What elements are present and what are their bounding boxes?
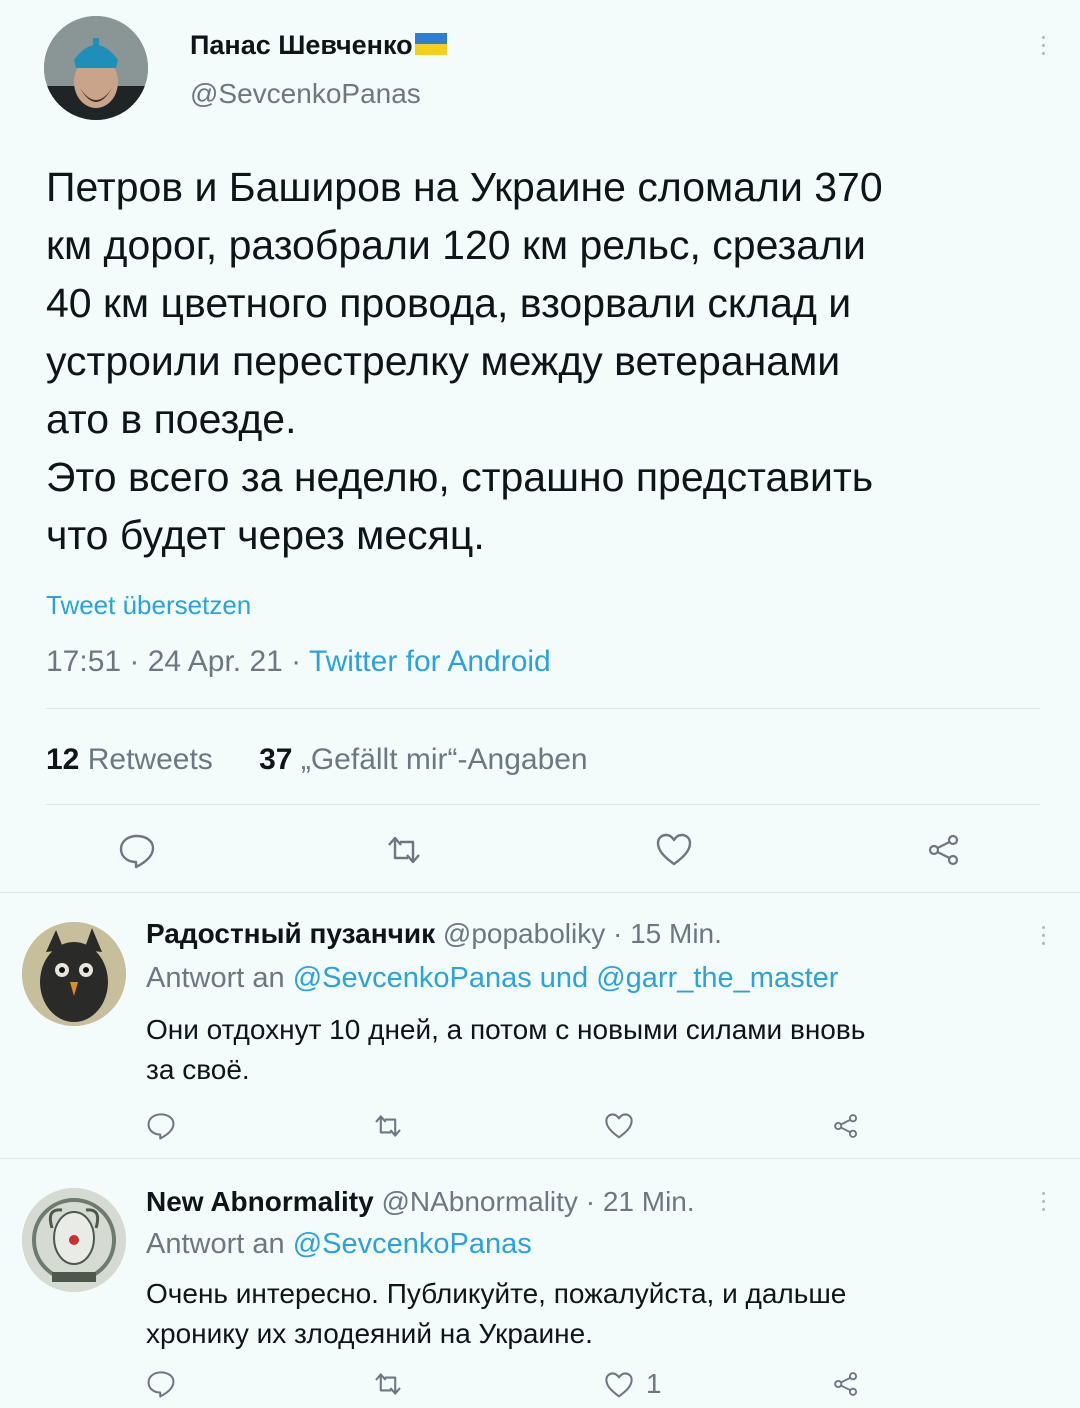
- tweet-text: Петров и Баширов на Украине сломали 370 …: [46, 158, 1046, 564]
- reply-icon: [147, 1371, 175, 1398]
- tweet-text-line: км дорог, разобрали 120 км рельс, срезал…: [46, 222, 866, 268]
- reply-author-name[interactable]: Радостный пузанчик: [146, 918, 435, 949]
- likes-stat[interactable]: 37 „Gefällt mir“-Angaben: [259, 743, 588, 776]
- reply-to-prefix: Antwort an: [146, 1228, 293, 1260]
- share-button[interactable]: [832, 1113, 860, 1139]
- share-icon: [834, 1372, 858, 1396]
- tweet-stats: 12 Retweets 37 „Gefällt mir“-Angaben: [46, 743, 588, 777]
- tweet-time: 17:51 · 24 Apr. 21 ·: [46, 645, 309, 678]
- reply-text-line: Очень интересно. Публикуйте, пожалуйста,…: [146, 1278, 847, 1309]
- heart-icon: [605, 1371, 633, 1397]
- tweet-timestamp: 17:51 · 24 Apr. 21 · Twitter for Android: [46, 645, 551, 679]
- likes-label: „Gefällt mir“-Angaben: [300, 743, 588, 776]
- reply-icon: [147, 1113, 175, 1140]
- divider: [0, 1158, 1080, 1159]
- reply-to-line: Antwort an @SevcenkoPanas und @garr_the_…: [146, 962, 838, 995]
- like-button[interactable]: [604, 1112, 642, 1139]
- likes-count: 37: [259, 743, 293, 776]
- retweet-icon: [375, 1115, 401, 1137]
- reply-to-prefix: Antwort an: [146, 962, 293, 994]
- ukraine-flag-icon: [414, 32, 447, 55]
- reply-meta: @NAbnormality · 21 Min.: [381, 1186, 695, 1217]
- reply-text-line: за своё.: [146, 1054, 250, 1085]
- retweets-label: Retweets: [87, 743, 213, 776]
- divider: [46, 804, 1040, 805]
- reply-text-line: Они отдохнут 10 дней, а потом с новыми с…: [146, 1014, 866, 1045]
- tweet-text-line: устроили перестрелку между ветеранами: [46, 338, 841, 384]
- reply-button[interactable]: [118, 833, 156, 869]
- author-name-text: Панас Шевченко: [190, 30, 413, 60]
- reply-to-handles[interactable]: @SevcenkoPanas: [293, 1228, 532, 1260]
- share-button[interactable]: [832, 1371, 860, 1397]
- more-options-icon[interactable]: [1042, 36, 1045, 55]
- reply-to-line: Antwort an @SevcenkoPanas: [146, 1228, 532, 1261]
- divider: [46, 708, 1040, 709]
- tweet-text-line: 40 км цветного провода, взорвали склад и: [46, 280, 852, 326]
- like-button[interactable]: 1: [604, 1368, 662, 1400]
- retweet-icon: [375, 1373, 401, 1395]
- reply-text: Они отдохнут 10 дней, а потом с новыми с…: [146, 1010, 1046, 1090]
- more-options-icon[interactable]: [1042, 926, 1045, 945]
- reply-text: Очень интересно. Публикуйте, пожалуйста,…: [146, 1274, 1046, 1354]
- reply-avatar[interactable]: [22, 1188, 126, 1292]
- share-icon: [834, 1114, 858, 1138]
- reply-to-handles[interactable]: @SevcenkoPanas und @garr_the_master: [293, 962, 839, 994]
- reply-header: New Abnormality @NAbnormality · 21 Min.: [146, 1186, 695, 1218]
- reply-meta: @popaboliky · 15 Min.: [442, 918, 722, 949]
- tweet-text-line: Это всего за неделю, страшно представить: [46, 454, 874, 500]
- reply-author-name[interactable]: New Abnormality: [146, 1186, 374, 1217]
- author-name[interactable]: Панас Шевченко: [190, 30, 447, 61]
- retweet-icon: [388, 836, 420, 864]
- tweet-text-line: что будет через месяц.: [46, 512, 485, 558]
- reply-avatar[interactable]: [22, 922, 126, 1026]
- heart-icon: [656, 833, 692, 866]
- retweet-button[interactable]: [372, 1371, 404, 1397]
- reply-icon: [119, 834, 155, 869]
- more-options-icon[interactable]: [1042, 1192, 1045, 1211]
- author-handle[interactable]: @SevcenkoPanas: [190, 78, 421, 110]
- share-icon: [928, 834, 959, 866]
- divider: [0, 892, 1080, 893]
- like-count: 1: [646, 1368, 662, 1399]
- tweet-source-link[interactable]: Twitter for Android: [309, 645, 551, 678]
- retweets-stat[interactable]: 12 Retweets: [46, 743, 221, 776]
- tweet-text-line: ато в поезде.: [46, 396, 297, 442]
- reply-text-line: хронику их злодеяний на Украине.: [146, 1318, 593, 1349]
- heart-icon: [605, 1113, 633, 1139]
- reply-button[interactable]: [146, 1370, 176, 1398]
- reply-header: Радостный пузанчик @popaboliky · 15 Min.: [146, 918, 722, 950]
- retweet-button[interactable]: [384, 834, 424, 866]
- tweet-text-line: Петров и Баширов на Украине сломали 370: [46, 164, 883, 210]
- like-button[interactable]: [655, 832, 693, 866]
- retweets-count: 12: [46, 743, 80, 776]
- author-avatar[interactable]: [44, 16, 148, 120]
- share-button[interactable]: [926, 834, 962, 866]
- retweet-button[interactable]: [372, 1113, 404, 1139]
- reply-button[interactable]: [146, 1112, 176, 1140]
- translate-tweet-link[interactable]: Tweet übersetzen: [46, 590, 251, 621]
